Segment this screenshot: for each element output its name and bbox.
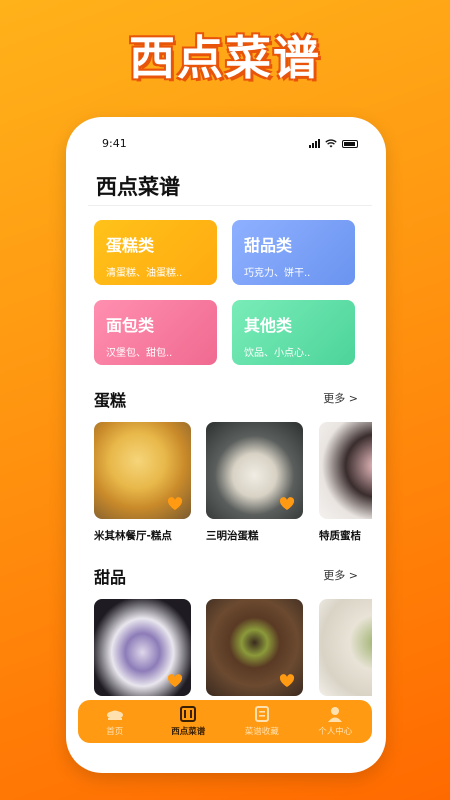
section-title: 甜品 xyxy=(94,568,127,587)
favorite-heart-icon[interactable] xyxy=(167,674,183,688)
favorite-heart-icon[interactable] xyxy=(167,497,183,511)
tab-label: 个人中心 xyxy=(318,727,353,737)
tab-label: 菜谱收藏 xyxy=(244,727,279,737)
category-subtitle: 饮品、小点心.. xyxy=(244,348,311,359)
recipe-card[interactable] xyxy=(94,599,191,696)
category-card-other[interactable]: 其他类 饮品、小点心.. xyxy=(232,300,355,365)
more-link-cake[interactable]: 更多 > xyxy=(323,390,358,406)
section-header-cake: 蛋糕 更多 > xyxy=(94,387,358,410)
category-name: 其他类 xyxy=(244,316,293,335)
status-bar: 9:41 xyxy=(66,135,386,155)
tab-label: 西点菜谱 xyxy=(171,727,206,737)
title-divider xyxy=(88,205,372,206)
recipe-image xyxy=(319,422,372,519)
tab-profile[interactable]: 个人中心 xyxy=(300,706,370,737)
home-icon xyxy=(106,710,123,720)
status-time: 9:41 xyxy=(102,137,127,150)
user-icon xyxy=(328,707,343,722)
tab-favorites[interactable]: 菜谱收藏 xyxy=(227,706,297,737)
favorite-heart-icon[interactable] xyxy=(279,497,295,511)
more-link-dessert[interactable]: 更多 > xyxy=(323,567,358,583)
recipe-card[interactable]: 特质蜜桔 xyxy=(319,422,372,543)
category-name: 甜品类 xyxy=(244,236,293,255)
recipe-image xyxy=(319,599,372,696)
category-subtitle: 清蛋糕、油蛋糕.. xyxy=(106,268,183,279)
favorite-heart-icon[interactable] xyxy=(279,674,295,688)
recipe-card[interactable] xyxy=(319,599,372,696)
category-card-dessert[interactable]: 甜品类 巧克力、饼干.. xyxy=(232,220,355,285)
tab-recipes[interactable]: 西点菜谱 xyxy=(153,706,223,737)
category-subtitle: 巧克力、饼干.. xyxy=(244,268,311,279)
category-card-bread[interactable]: 面包类 汉堡包、甜包.. xyxy=(94,300,217,365)
status-icons xyxy=(309,139,358,148)
favorites-icon xyxy=(254,706,269,722)
recipe-image xyxy=(94,599,191,696)
recipe-name: 米其林餐厅-糕点 xyxy=(94,530,172,542)
category-name: 面包类 xyxy=(106,316,155,335)
category-subtitle: 汉堡包、甜包.. xyxy=(106,348,173,359)
recipe-name: 三明治蛋糕 xyxy=(206,530,259,542)
battery-icon xyxy=(342,139,358,148)
recipe-card[interactable]: 米其林餐厅-糕点 xyxy=(94,422,191,543)
recipe-row-cake[interactable]: 米其林餐厅-糕点 三明治蛋糕 特质蜜桔 xyxy=(94,422,372,562)
page-title: 西点菜谱 xyxy=(96,175,180,199)
recipe-image xyxy=(206,599,303,696)
category-card-cake[interactable]: 蛋糕类 清蛋糕、油蛋糕.. xyxy=(94,220,217,285)
category-name: 蛋糕类 xyxy=(106,236,155,255)
section-header-dessert: 甜品 更多 > xyxy=(94,564,358,587)
recipe-image xyxy=(94,422,191,519)
section-title: 蛋糕 xyxy=(94,391,127,410)
recipe-card[interactable]: 三明治蛋糕 xyxy=(206,422,303,543)
tab-label: 首页 xyxy=(106,727,124,737)
recipe-name: 特质蜜桔 xyxy=(319,530,361,542)
signal-icon xyxy=(309,139,320,148)
tab-home[interactable]: 首页 xyxy=(80,706,150,737)
promo-title: 西点菜谱 xyxy=(129,31,321,85)
recipe-image xyxy=(206,422,303,519)
wifi-icon xyxy=(325,139,337,148)
bottom-tab-bar: 首页 西点菜谱 菜谱收藏 个人中心 xyxy=(78,700,372,743)
recipe-card[interactable] xyxy=(206,599,303,696)
phone-screen: 9:41 西点菜谱 蛋糕类 清蛋糕、油蛋糕.. 甜品类 巧克力、饼干.. 面包类… xyxy=(66,117,386,773)
recipe-book-icon xyxy=(180,706,197,722)
